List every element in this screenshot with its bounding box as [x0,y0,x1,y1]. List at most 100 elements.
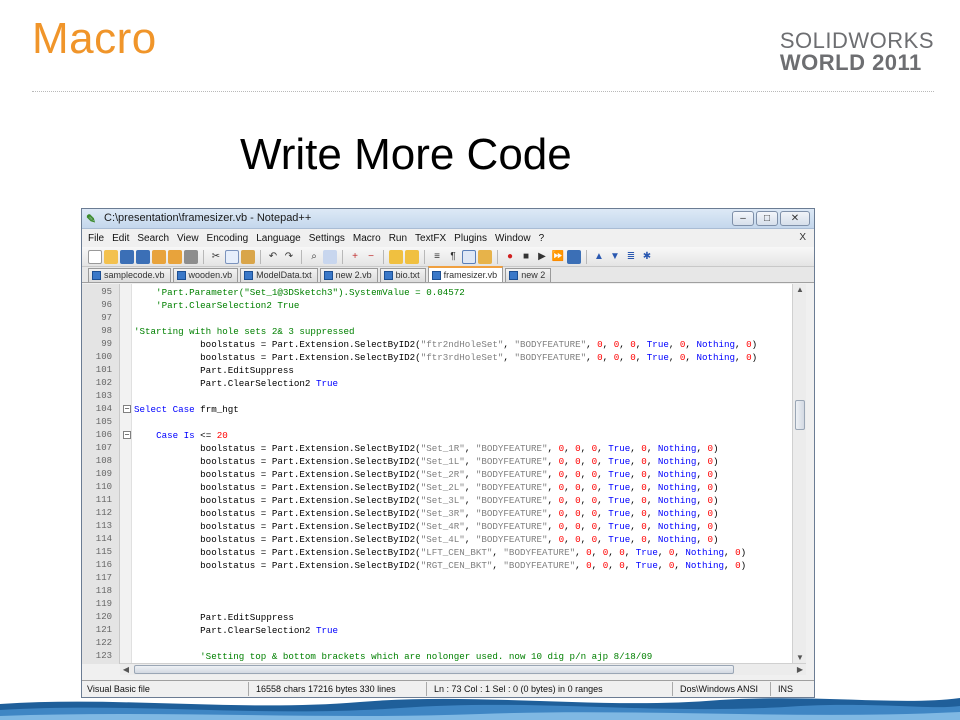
menu-item-settings[interactable]: Settings [309,233,345,244]
horizontal-scroll-thumb[interactable] [134,665,734,674]
code-line[interactable]: 95 'Part.Parameter("Set_1@3DSketch3").Sy… [82,286,802,299]
plugin-icon-3[interactable]: ≣ [624,250,638,264]
maximize-button[interactable]: □ [756,211,778,226]
user-language-icon[interactable] [478,249,492,264]
tab-bio-txt[interactable]: bio.txt [379,268,426,282]
code-line[interactable]: 101 Part.EditSuppress [82,364,802,377]
new-file-icon[interactable] [88,249,102,264]
line-number: 110 [95,482,112,492]
tab-new-2[interactable]: new 2 [505,268,552,282]
line-number: 117 [95,573,112,583]
code-line[interactable]: 99 boolstatus = Part.Extension.SelectByI… [82,338,802,351]
menu-item-run[interactable]: Run [389,233,407,244]
code-line[interactable]: 109 boolstatus = Part.Extension.SelectBy… [82,468,802,481]
zoom-in-icon[interactable]: + [348,250,362,264]
code-text: 'Part.ClearSelection2 True [134,300,300,311]
file-icon [92,271,101,280]
plugin-icon-1[interactable]: ▲ [592,250,606,264]
indent-guide-icon[interactable] [462,249,476,264]
close-button[interactable]: ✕ [780,211,810,226]
show-all-chars-icon[interactable]: ¶ [446,250,460,264]
code-line[interactable]: 98 'Starting with hole sets 2& 3 suppress… [82,325,802,338]
menu-item-help[interactable]: ? [539,233,545,244]
scroll-up-arrow-icon[interactable]: ▲ [793,284,807,296]
sync-horizontal-icon[interactable] [405,249,419,264]
vertical-scroll-thumb[interactable] [795,400,805,430]
code-line[interactable]: 104 − Select Case frm_hgt [82,403,802,416]
code-line[interactable]: 119 [82,598,802,611]
menu-item-search[interactable]: Search [137,233,169,244]
tab-modeldata-txt[interactable]: ModelData.txt [240,268,318,282]
cut-icon[interactable]: ✂ [209,250,223,264]
tab-framesizer-vb[interactable]: framesizer.vb [427,266,504,282]
window-titlebar[interactable]: ✎ C:\presentation\framesizer.vb - Notepa… [82,209,814,229]
code-line[interactable]: 107 boolstatus = Part.Extension.SelectBy… [82,442,802,455]
scroll-left-arrow-icon[interactable]: ◀ [120,664,132,676]
code-editor[interactable]: 95 'Part.Parameter("Set_1@3DSketch3").Sy… [82,284,802,664]
print-icon[interactable] [184,249,198,264]
code-line[interactable]: 110 boolstatus = Part.Extension.SelectBy… [82,481,802,494]
save-icon[interactable] [120,249,134,264]
save-all-icon[interactable] [136,249,150,264]
code-line[interactable]: 121 Part.ClearSelection2 True [82,624,802,637]
code-line[interactable]: 100 boolstatus = Part.Extension.SelectBy… [82,351,802,364]
sync-vertical-icon[interactable] [389,249,403,264]
word-wrap-icon[interactable]: ≡ [430,250,444,264]
tab-label: framesizer.vb [443,269,498,280]
menu-item-plugins[interactable]: Plugins [454,233,487,244]
replace-icon[interactable] [323,249,337,264]
code-line[interactable]: 122 [82,637,802,650]
play-macro-icon[interactable]: ▶ [535,250,549,264]
paste-icon[interactable] [241,249,255,264]
horizontal-scrollbar[interactable]: ◀ ▶ [120,663,806,675]
zoom-out-icon[interactable]: − [364,250,378,264]
code-line[interactable]: 123 'Setting top & bottom brackets which… [82,650,802,663]
menu-item-macro[interactable]: Macro [353,233,381,244]
close-document-button[interactable]: X [799,232,806,243]
close-all-icon[interactable] [168,249,182,264]
find-icon[interactable]: ⌕ [307,250,321,264]
code-line[interactable]: 115 boolstatus = Part.Extension.SelectBy… [82,546,802,559]
menu-item-view[interactable]: View [177,233,199,244]
copy-icon[interactable] [225,249,239,264]
plugin-icon-4[interactable]: ✱ [640,250,654,264]
code-line[interactable]: 117 [82,572,802,585]
menu-item-edit[interactable]: Edit [112,233,129,244]
menu-item-window[interactable]: Window [495,233,531,244]
open-file-icon[interactable] [104,249,118,264]
code-line[interactable]: 108 boolstatus = Part.Extension.SelectBy… [82,455,802,468]
undo-icon[interactable]: ↶ [266,250,280,264]
save-macro-icon[interactable] [567,249,581,264]
fold-toggle-icon[interactable]: − [123,431,131,439]
menu-item-language[interactable]: Language [256,233,301,244]
close-file-icon[interactable] [152,249,166,264]
stop-macro-icon[interactable]: ■ [519,250,533,264]
scroll-right-arrow-icon[interactable]: ▶ [794,664,806,676]
code-line[interactable]: 106 − Case Is <= 20 [82,429,802,442]
fold-toggle-icon[interactable]: − [123,405,131,413]
redo-icon[interactable]: ↷ [282,250,296,264]
code-line[interactable]: 96 'Part.ClearSelection2 True [82,299,802,312]
plugin-icon-2[interactable]: ▼ [608,250,622,264]
code-line[interactable]: 102 Part.ClearSelection2 True [82,377,802,390]
tab-new-2-vb[interactable]: new 2.vb [319,268,378,282]
menu-item-file[interactable]: File [88,233,104,244]
menu-item-textfx[interactable]: TextFX [415,233,446,244]
code-line[interactable]: 113 boolstatus = Part.Extension.SelectBy… [82,520,802,533]
tab-wooden-vb[interactable]: wooden.vb [172,268,239,282]
vertical-scrollbar[interactable]: ▲ ▼ [792,284,806,664]
record-macro-icon[interactable]: ● [503,250,517,264]
code-line[interactable]: 120 Part.EditSuppress [82,611,802,624]
code-line[interactable]: 103 [82,390,802,403]
code-line[interactable]: 105 [82,416,802,429]
code-line[interactable]: 116 boolstatus = Part.Extension.SelectBy… [82,559,802,572]
run-macro-multiple-icon[interactable]: ⏩ [551,250,565,264]
menu-item-encoding[interactable]: Encoding [207,233,249,244]
code-line[interactable]: 118 [82,585,802,598]
code-line[interactable]: 97 [82,312,802,325]
code-line[interactable]: 112 boolstatus = Part.Extension.SelectBy… [82,507,802,520]
code-line[interactable]: 114 boolstatus = Part.Extension.SelectBy… [82,533,802,546]
tab-samplecode-vb[interactable]: samplecode.vb [88,268,171,282]
minimize-button[interactable]: – [732,211,754,226]
code-line[interactable]: 111 boolstatus = Part.Extension.SelectBy… [82,494,802,507]
